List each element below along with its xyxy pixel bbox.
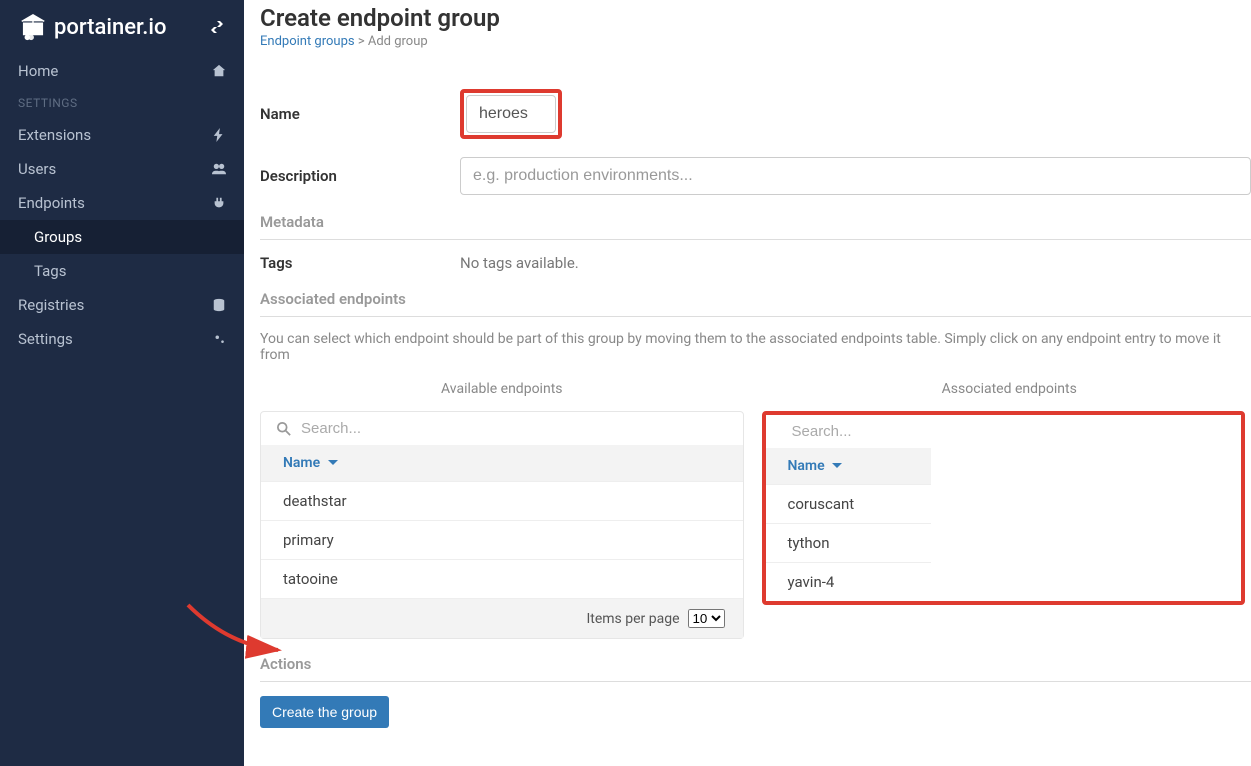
available-table-head[interactable]: Name — [261, 445, 743, 481]
sidebar-item-users[interactable]: Users — [0, 152, 244, 186]
table-row[interactable]: primary — [261, 520, 743, 559]
sidebar-item-settings[interactable]: Settings — [0, 322, 244, 356]
tags-label: Tags — [260, 254, 460, 272]
bolt-icon — [212, 128, 226, 142]
breadcrumb-tail: > Add group — [355, 34, 428, 49]
sidebar-item-label: Registries — [18, 296, 84, 314]
table-row[interactable]: tatooine — [261, 559, 743, 598]
form-row-tags: Tags No tags available. — [260, 254, 1251, 272]
search-icon — [277, 422, 291, 436]
available-search — [261, 412, 743, 445]
sidebar-item-label: Settings — [18, 330, 73, 348]
sidebar-item-label: Extensions — [18, 126, 91, 144]
sidebar-section-settings: SETTINGS — [0, 88, 244, 118]
metadata-title: Metadata — [260, 213, 1251, 240]
name-label: Name — [260, 105, 460, 123]
main-content: Create endpoint group Endpoint groups > … — [244, 0, 1251, 766]
page-title: Create endpoint group — [260, 4, 1251, 32]
associated-table: Name coruscant tython yavin-4 — [766, 415, 931, 601]
associated-search — [766, 415, 931, 448]
brand-logo[interactable]: portainer.io — [18, 12, 166, 42]
sidebar-item-registries[interactable]: Registries — [0, 288, 244, 322]
sidebar-item-home[interactable]: Home — [0, 54, 244, 88]
associated-name-col: Name — [788, 458, 825, 474]
available-name-col: Name — [283, 455, 320, 471]
sidebar-item-groups[interactable]: Groups — [0, 220, 244, 254]
table-row[interactable]: yavin-4 — [766, 562, 931, 601]
name-input[interactable] — [466, 95, 556, 133]
form-row-name: Name — [260, 89, 1251, 139]
sidebar: portainer.io Home SETTINGS Extensions Us… — [0, 0, 244, 766]
associated-column: Associated endpoints Name coruscant — [768, 381, 1251, 639]
available-table: Name deathstar primary tatooine Items pe… — [260, 411, 744, 639]
associated-table-head[interactable]: Name — [766, 448, 931, 484]
sidebar-item-label: Home — [18, 62, 58, 80]
actions-title: Actions — [260, 655, 1251, 682]
breadcrumb-link[interactable]: Endpoint groups — [260, 34, 355, 49]
sidebar-item-extensions[interactable]: Extensions — [0, 118, 244, 152]
sidebar-item-label: Users — [18, 160, 56, 178]
description-label: Description — [260, 167, 460, 185]
available-title: Available endpoints — [260, 381, 744, 397]
associated-title: Associated endpoints — [260, 290, 1251, 317]
description-input[interactable] — [460, 157, 1251, 195]
page-header: Create endpoint group Endpoint groups > … — [260, 4, 1251, 49]
users-icon — [212, 162, 226, 176]
available-search-input[interactable] — [301, 420, 727, 437]
cogs-icon — [212, 332, 226, 346]
table-row[interactable]: deathstar — [261, 481, 743, 520]
items-per-page-label: Items per page — [586, 611, 679, 627]
sidebar-item-tags[interactable]: Tags — [0, 254, 244, 288]
associated-title: Associated endpoints — [768, 381, 1251, 397]
sidebar-item-label: Groups — [34, 228, 82, 246]
portainer-icon — [18, 12, 48, 42]
breadcrumb: Endpoint groups > Add group — [260, 34, 1251, 49]
endpoint-tables: Available endpoints Name deathstar prima… — [260, 381, 1251, 639]
form-row-description: Description — [260, 157, 1251, 195]
available-table-foot: Items per page 10 — [261, 598, 743, 638]
home-icon — [212, 64, 226, 78]
associated-search-input[interactable] — [792, 423, 991, 440]
sidebar-item-label: Tags — [34, 262, 66, 280]
chevron-down-icon — [328, 458, 338, 468]
highlight-name-field — [460, 89, 562, 139]
available-column: Available endpoints Name deathstar prima… — [260, 381, 744, 639]
create-group-button[interactable]: Create the group — [260, 696, 389, 728]
tags-none-message: No tags available. — [460, 254, 579, 272]
items-per-page-select[interactable]: 10 — [688, 609, 725, 628]
swap-icon[interactable] — [208, 20, 226, 34]
brand-text: portainer.io — [54, 15, 166, 40]
assoc-help-text: You can select which endpoint should be … — [260, 331, 1251, 363]
plug-icon — [212, 196, 226, 210]
sidebar-header: portainer.io — [0, 0, 244, 54]
table-row[interactable]: tython — [766, 523, 931, 562]
database-icon — [212, 298, 226, 312]
sidebar-item-endpoints[interactable]: Endpoints — [0, 186, 244, 220]
sidebar-item-label: Endpoints — [18, 194, 85, 212]
highlight-associated-table: Name coruscant tython yavin-4 — [762, 411, 1246, 605]
chevron-down-icon — [832, 461, 842, 471]
table-row[interactable]: coruscant — [766, 484, 931, 523]
